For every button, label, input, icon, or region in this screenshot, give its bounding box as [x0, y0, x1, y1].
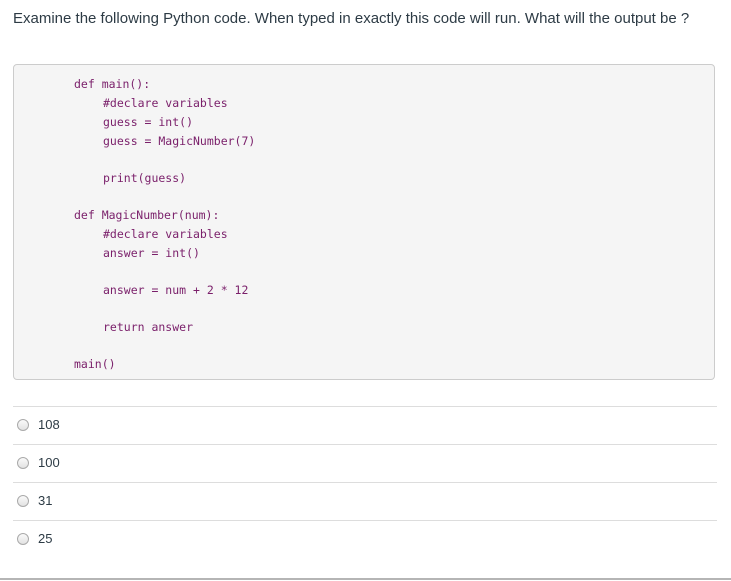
code-line: #declare variables	[103, 96, 228, 110]
answer-option-100[interactable]: 100	[13, 444, 717, 482]
code-line: guess = int()	[103, 115, 194, 129]
code-line: main()	[74, 357, 116, 371]
answer-label[interactable]: 108	[38, 417, 60, 433]
code-line: #declare variables	[103, 227, 228, 241]
code-line: print(guess)	[103, 171, 187, 185]
answer-option-108[interactable]: 108	[13, 406, 717, 444]
code-line: def MagicNumber(num):	[74, 208, 220, 222]
radio-button[interactable]	[17, 419, 29, 431]
answer-label[interactable]: 31	[38, 493, 52, 509]
answer-label[interactable]: 100	[38, 455, 60, 471]
answer-list: 108 100 31 25	[13, 406, 717, 558]
bottom-divider	[0, 578, 731, 580]
code-line: answer = num + 2 * 12	[103, 283, 249, 297]
code-line: answer = int()	[103, 246, 200, 260]
answer-option-31[interactable]: 31	[13, 482, 717, 520]
answer-option-25[interactable]: 25	[13, 520, 717, 558]
answer-label[interactable]: 25	[38, 531, 52, 547]
code-block: def main(): #declare variables guess = i…	[13, 64, 715, 380]
question-text: Examine the following Python code. When …	[13, 10, 690, 27]
code-line: return answer	[103, 320, 194, 334]
radio-button[interactable]	[17, 457, 29, 469]
radio-button[interactable]	[17, 533, 29, 545]
code-line: guess = MagicNumber(7)	[103, 134, 256, 148]
radio-button[interactable]	[17, 495, 29, 507]
code-line: def main():	[74, 77, 151, 91]
